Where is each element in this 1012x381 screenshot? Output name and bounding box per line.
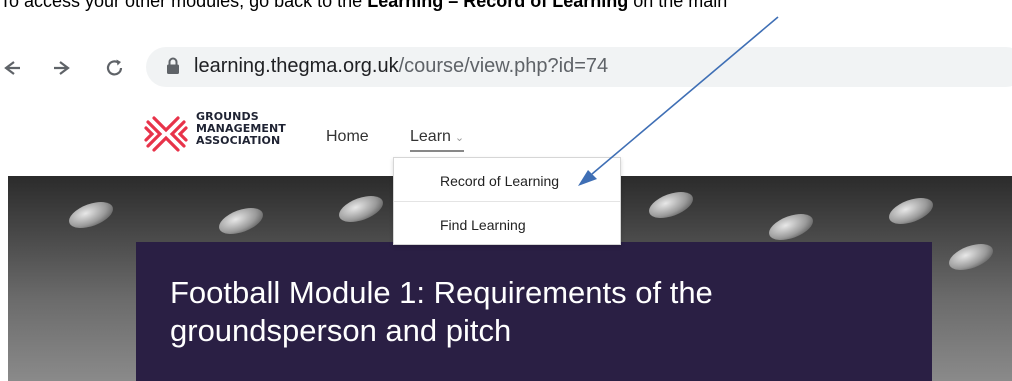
gma-logo-icon <box>144 116 188 152</box>
learn-dropdown-menu: Record of Learning Find Learning <box>393 157 621 245</box>
menu-item-record-of-learning[interactable]: Record of Learning <box>394 160 620 202</box>
arrow-right-icon <box>54 61 70 75</box>
boot-stud-image <box>645 186 697 224</box>
boot-stud-image <box>335 190 387 228</box>
reload-icon <box>106 59 123 76</box>
back-button[interactable] <box>0 56 22 80</box>
boot-stud-image <box>945 238 997 276</box>
arrow-left-icon <box>4 61 20 75</box>
instruction-text: To access your other modules, go back to… <box>0 0 728 11</box>
boot-stud-image <box>65 196 117 234</box>
course-title: Football Module 1: Requirements of the g… <box>170 275 713 348</box>
lock-icon <box>167 57 179 74</box>
boot-stud-image <box>765 208 817 246</box>
gma-logo-text: GROUNDS MANAGEMENT ASSOCIATION <box>196 110 286 147</box>
boot-stud-image <box>885 192 937 230</box>
menu-item-find-learning[interactable]: Find Learning <box>394 204 620 246</box>
boot-stud-image <box>215 202 267 240</box>
url-text[interactable]: learning.thegma.org.uk/course/view.php?i… <box>194 55 608 78</box>
chevron-down-icon: ⌄ <box>454 132 465 144</box>
nav-learn[interactable]: Learn ⌄ <box>410 128 465 152</box>
url-path: /course/view.php?id=74 <box>398 55 609 77</box>
url-domain: learning.thegma.org.uk <box>194 55 399 77</box>
reload-button[interactable] <box>104 56 126 80</box>
course-title-card: Football Module 1: Requirements of the g… <box>136 242 932 381</box>
nav-home[interactable]: Home <box>326 128 369 146</box>
forward-button[interactable] <box>52 56 74 80</box>
